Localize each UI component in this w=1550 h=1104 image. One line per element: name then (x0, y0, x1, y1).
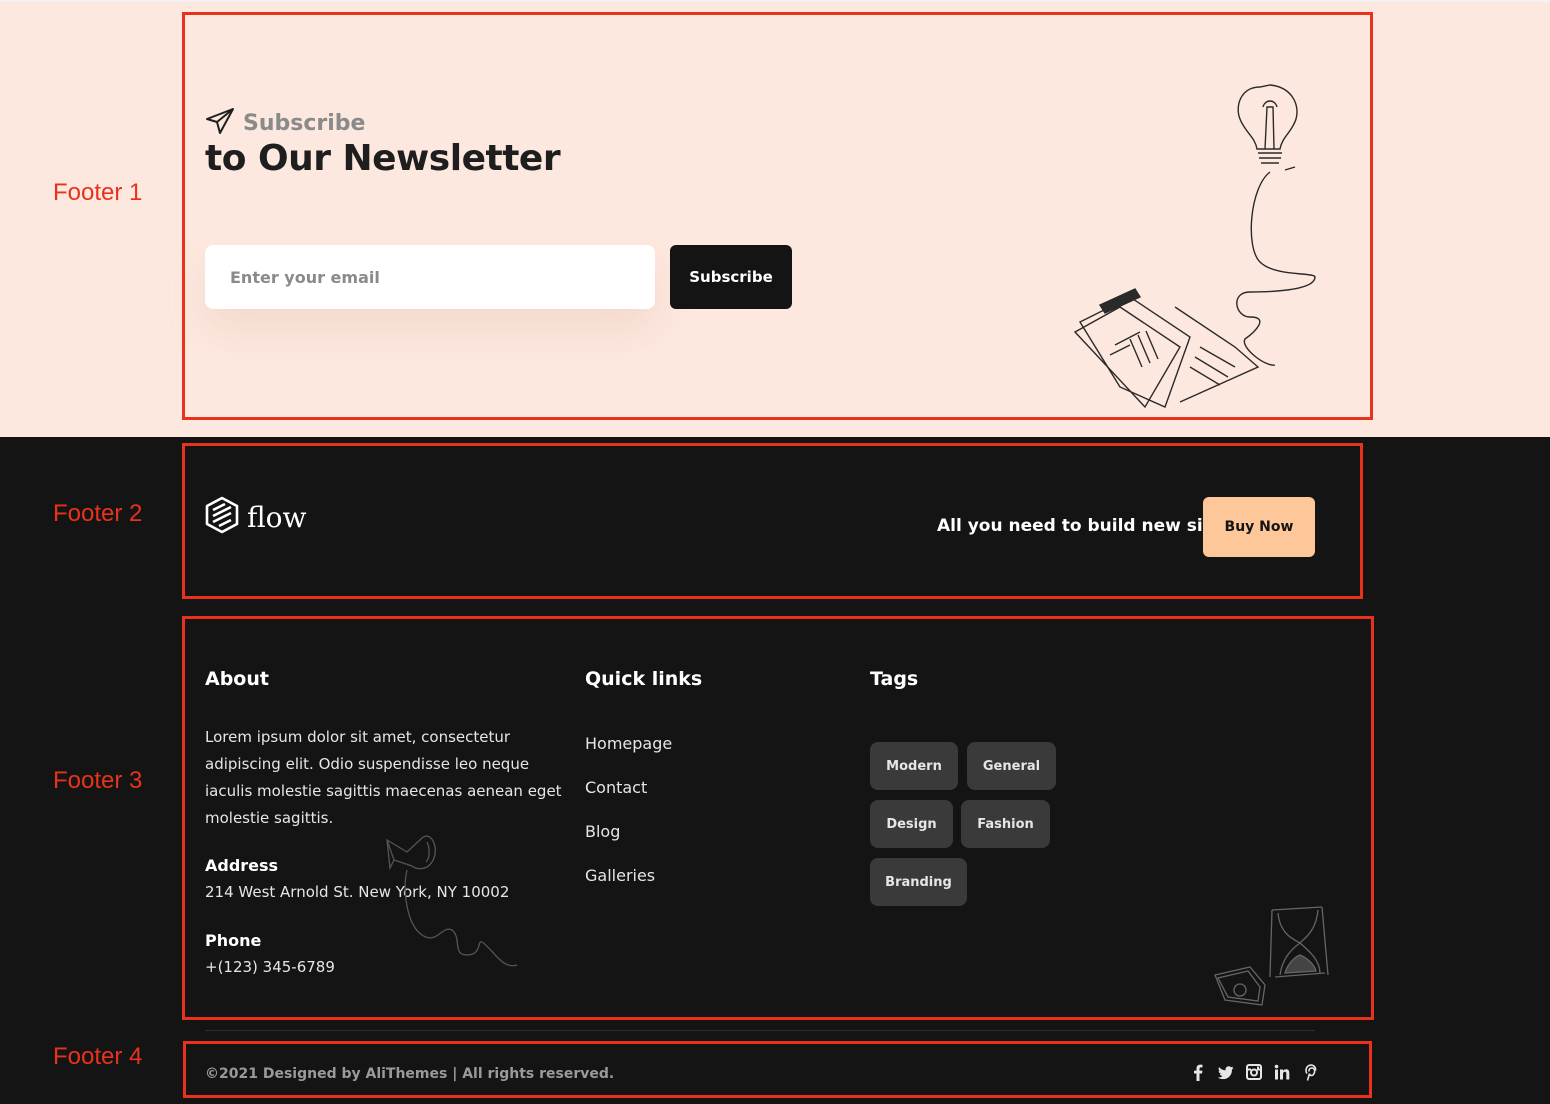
footer-divider (205, 1030, 1315, 1031)
pinterest-icon[interactable] (1302, 1062, 1318, 1082)
footer-3-label: Footer 3 (53, 767, 143, 794)
quick-links-heading: Quick links (585, 668, 703, 690)
phone-value: +(123) 345-6789 (205, 958, 335, 976)
hourglass-money-illustration (1210, 905, 1335, 1020)
tag-fashion[interactable]: Fashion (961, 800, 1050, 848)
logo-text: flow (247, 501, 307, 534)
brand-tagline: All you need to build new site (937, 516, 1223, 536)
linkedin-icon[interactable] (1274, 1062, 1290, 1082)
copyright-text: ©2021 Designed by AliThemes | All rights… (205, 1066, 615, 1082)
quick-link-blog[interactable]: Blog (585, 822, 620, 841)
email-input[interactable] (205, 245, 655, 309)
instagram-icon[interactable] (1246, 1062, 1262, 1082)
brand-logo[interactable]: flow (205, 496, 307, 539)
quick-link-contact[interactable]: Contact (585, 778, 647, 797)
tag-modern[interactable]: Modern (870, 742, 958, 790)
flow-logo-icon (205, 496, 239, 539)
tag-design[interactable]: Design (870, 800, 953, 848)
about-text: Lorem ipsum dolor sit amet, consectetur … (205, 728, 562, 827)
subscribe-button[interactable]: Subscribe (670, 245, 792, 309)
newsletter-subtitle: Subscribe (243, 111, 366, 136)
about-heading: About (205, 668, 269, 690)
tag-general[interactable]: General (967, 742, 1056, 790)
paper-plane-icon (205, 107, 235, 140)
buy-now-button[interactable]: Buy Now (1203, 497, 1315, 557)
quick-link-homepage[interactable]: Homepage (585, 734, 672, 753)
social-icons (1190, 1062, 1318, 1082)
footer-2-label: Footer 2 (53, 500, 143, 527)
lightbulb-documents-illustration (1060, 77, 1330, 422)
tag-branding[interactable]: Branding (870, 858, 967, 906)
newsletter-subtitle-row: Subscribe (205, 107, 365, 140)
tags-heading: Tags (870, 668, 919, 690)
facebook-icon[interactable] (1190, 1062, 1206, 1082)
quick-link-galleries[interactable]: Galleries (585, 866, 655, 885)
twitter-icon[interactable] (1218, 1062, 1234, 1082)
phone-label: Phone (205, 931, 262, 950)
footer-4-label: Footer 4 (53, 1043, 143, 1070)
address-label: Address (205, 856, 279, 875)
megaphone-illustration (382, 830, 522, 980)
footer-1-label: Footer 1 (53, 179, 143, 206)
newsletter-title: to Our Newsletter (205, 138, 561, 179)
newsletter-section: Subscribe to Our Newsletter Subscribe (0, 0, 1550, 437)
